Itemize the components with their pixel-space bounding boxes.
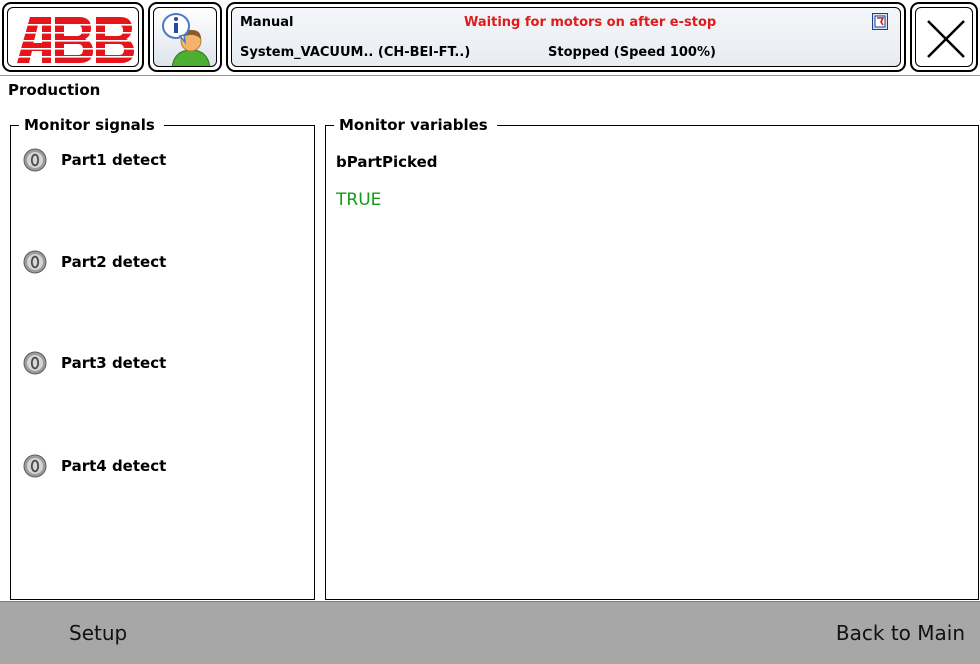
close-button[interactable] (910, 2, 978, 72)
signal-label: Part1 detect (61, 151, 167, 169)
lock-status-icon (872, 13, 888, 30)
monitor-signals-title: Monitor signals (19, 116, 164, 134)
signal-item-part4[interactable]: Part4 detect (23, 451, 166, 481)
close-icon (927, 20, 965, 58)
operating-mode: Manual (240, 15, 294, 30)
abb-menu-button[interactable] (2, 2, 144, 72)
system-name: System_VACUUM.. (CH-BEI-FT..) (240, 45, 471, 60)
status-message: Waiting for motors on after e-stop (464, 15, 717, 30)
back-to-main-button[interactable]: Back to Main (720, 602, 980, 664)
event-log-button-inner (153, 7, 217, 67)
signal-off-indicator-icon (23, 351, 47, 375)
monitor-variables-group: Monitor variables bPartPicked TRUE (325, 116, 979, 600)
top-banner: Manual Waiting for motors on after e-sto… (0, 0, 980, 76)
variable-value: TRUE (336, 190, 382, 210)
close-button-inner (915, 7, 973, 67)
controller-state: Stopped (Speed 100%) (548, 45, 716, 60)
title-divider (0, 75, 980, 76)
signal-label: Part2 detect (61, 253, 167, 271)
status-bar-inner: Manual Waiting for motors on after e-sto… (231, 7, 901, 67)
signal-item-part2[interactable]: Part2 detect (23, 247, 166, 277)
variable-name: bPartPicked (336, 153, 438, 171)
abb-logo (15, 17, 135, 63)
monitor-variables-title: Monitor variables (334, 116, 497, 134)
page-title: Production (8, 81, 101, 99)
command-bar: Setup Back to Main (0, 601, 980, 664)
monitor-signals-group: Monitor signals Part1 detect Part2 detec… (10, 116, 315, 600)
abb-menu-button-inner (7, 7, 139, 67)
signal-label: Part4 detect (61, 457, 167, 475)
info-person-icon (162, 13, 211, 66)
signal-label: Part3 detect (61, 354, 167, 372)
signal-item-part3[interactable]: Part3 detect (23, 348, 166, 378)
status-bar[interactable]: Manual Waiting for motors on after e-sto… (226, 2, 906, 72)
signal-off-indicator-icon (23, 250, 47, 274)
signal-off-indicator-icon (23, 148, 47, 172)
event-log-button[interactable] (148, 2, 222, 72)
signal-off-indicator-icon (23, 454, 47, 478)
signal-item-part1[interactable]: Part1 detect (23, 145, 166, 175)
setup-button[interactable]: Setup (0, 602, 240, 664)
